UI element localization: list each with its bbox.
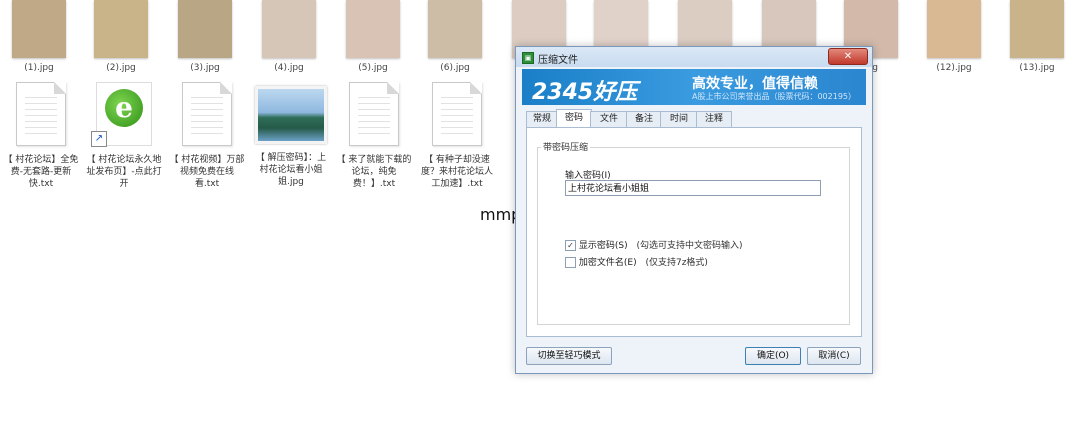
thumbnail-item[interactable]: (2).jpg (88, 0, 154, 73)
file-item[interactable]: 【 来了就能下载的论坛，纯免费！】.txt (333, 82, 415, 190)
file-item[interactable]: e ↗ 【 村花论坛永久地址发布页】-点此打开 (83, 82, 165, 190)
text-file-icon (182, 82, 232, 146)
thumbnail-label: (2).jpg (106, 63, 136, 73)
text-file-icon (432, 82, 482, 146)
encrypt-names-option[interactable]: 加密文件名(E) (仅支持7z格式) (565, 255, 708, 268)
thumbnail-label: (1).jpg (24, 63, 54, 73)
password-input[interactable]: 上村花论坛看小姐姐 (565, 180, 821, 196)
tab-time[interactable]: 时间 (660, 111, 698, 127)
thumbnail-item[interactable]: (1).jpg (6, 0, 72, 73)
group-title: 带密码压缩 (541, 140, 591, 153)
file-item[interactable]: 【 村花视频】万部视频免费在线看.txt (166, 82, 248, 190)
thumbnail-item[interactable]: (5).jpg (340, 0, 406, 73)
thumbnail-item[interactable]: (13).jpg (1004, 0, 1070, 73)
thumbnail-label: (6).jpg (440, 63, 470, 73)
thumbnail-image (1010, 0, 1064, 58)
tab-backup[interactable]: 备注 (626, 111, 662, 127)
thumbnail-image (178, 0, 232, 58)
thumbnail-item[interactable]: (3).jpg (172, 0, 238, 73)
thumbnail-image (428, 0, 482, 58)
tab-general[interactable]: 常规 (526, 111, 558, 127)
thumbnail-label: (3).jpg (190, 63, 220, 73)
compress-dialog: ▣ 压缩文件 ✕ 2345好压 高效专业，值得信赖 A股上市公司荣誉出品（股票代… (515, 46, 873, 374)
dialog-titlebar[interactable]: ▣ 压缩文件 ✕ (516, 47, 872, 67)
thumbnail-label: (12).jpg (936, 63, 972, 73)
encrypt-names-checkbox[interactable] (565, 257, 576, 268)
thumbnail-image (94, 0, 148, 58)
file-name: 【 村花视频】万部视频免费在线看.txt (169, 155, 245, 189)
show-password-label: 显示密码(S) (578, 241, 628, 251)
thumbnail-item[interactable]: (12).jpg (921, 0, 987, 73)
file-name: 【 来了就能下载的论坛，纯免费！】.txt (336, 155, 412, 189)
brand-banner: 2345好压 高效专业，值得信赖 A股上市公司荣誉出品（股票代码：002195） (522, 69, 866, 105)
text-file-icon (349, 82, 399, 146)
ie-logo-icon: e (105, 89, 143, 127)
file-item[interactable]: 【 有种子却没速度？来村花论坛人工加速】.txt (416, 82, 498, 190)
archive-icon: ▣ (522, 52, 534, 64)
file-item[interactable]: 【 村花论坛】全免费-无套路-更新快.txt (0, 82, 82, 190)
encrypt-names-note: (仅支持7z格式) (645, 258, 708, 268)
thumbnail-image (346, 0, 400, 58)
file-name: 【 有种子却没速度？来村花论坛人工加速】.txt (420, 155, 493, 189)
thumbnail-item[interactable]: (6).jpg (422, 0, 488, 73)
show-password-checkbox[interactable]: ✓ (565, 240, 576, 251)
thumbnail-image (927, 0, 981, 58)
cancel-button[interactable]: 取消(C) (807, 347, 861, 365)
thumbnail-label: (13).jpg (1019, 63, 1055, 73)
dialog-title: 压缩文件 (538, 55, 578, 66)
thumbnail-label: (5).jpg (358, 63, 388, 73)
show-password-option[interactable]: ✓ 显示密码(S) (勾选可支持中文密码输入) (565, 238, 743, 251)
thumbnail-image (12, 0, 66, 58)
browser-shortcut-icon: e ↗ (91, 82, 152, 147)
encrypt-names-label: 加密文件名(E) (578, 258, 637, 268)
text-file-icon (16, 82, 66, 146)
switch-mode-button[interactable]: 切换至轻巧模式 (526, 347, 612, 365)
file-item[interactable]: 【 解压密码】：上村花论坛看小姐姐.jpg (250, 82, 332, 188)
brand-subtitle: A股上市公司荣誉出品（股票代码：002195） (692, 92, 857, 101)
tab-files[interactable]: 文件 (590, 111, 628, 127)
landscape-image-icon (255, 86, 327, 144)
thumbnail-label: (4).jpg (274, 63, 304, 73)
file-name: 【 村花论坛永久地址发布页】-点此打开 (86, 155, 162, 189)
shortcut-arrow-icon: ↗ (91, 131, 107, 147)
show-password-note: (勾选可支持中文密码输入) (636, 241, 743, 251)
thumbnail-image (262, 0, 316, 58)
tab-password[interactable]: 密码 (556, 109, 592, 127)
close-button[interactable]: ✕ (828, 48, 868, 65)
brand-logo: 2345好压 (532, 80, 638, 105)
thumbnail-item[interactable]: (4).jpg (256, 0, 322, 73)
ok-button[interactable]: 确定(O) (745, 347, 801, 365)
password-panel: 带密码压缩 输入密码(I) 上村花论坛看小姐姐 ✓ 显示密码(S) (勾选可支持… (526, 127, 862, 337)
file-name: 【 村花论坛】全免费-无套路-更新快.txt (3, 155, 79, 189)
file-name: 【 解压密码】：上村花论坛看小姐姐.jpg (255, 153, 327, 187)
brand-slogan: 高效专业，值得信赖 (692, 76, 818, 92)
tab-comment[interactable]: 注释 (696, 111, 732, 127)
